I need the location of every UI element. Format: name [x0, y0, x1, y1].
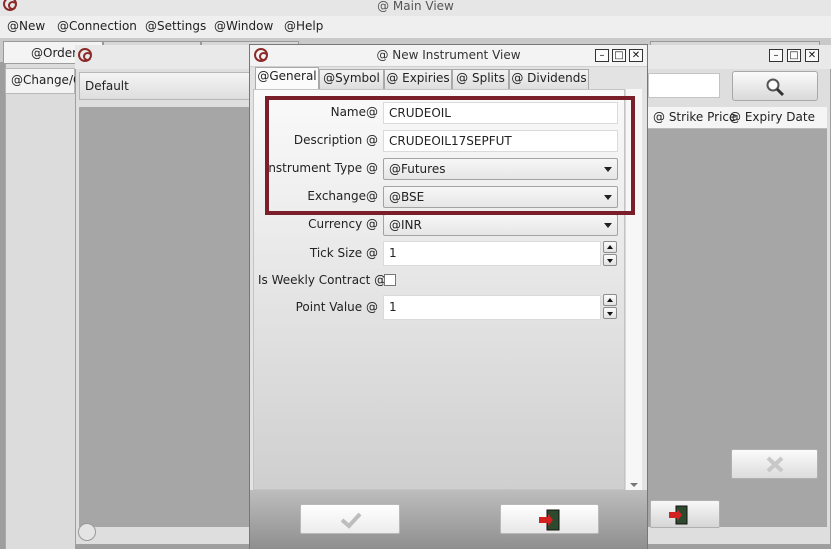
- close-button[interactable]: ✕: [805, 49, 819, 62]
- minimize-button[interactable]: –: [769, 49, 783, 62]
- tick-size-field[interactable]: 1: [383, 241, 601, 266]
- left-pane: [5, 64, 75, 549]
- tick-size-decrement-button[interactable]: [603, 254, 617, 266]
- exit-door-icon: [669, 505, 688, 525]
- dialog-tab-strip: @General @Symbol @ Expiries @ Splits @ D…: [253, 67, 643, 90]
- main-title-bar: @ Main View: [0, 0, 831, 16]
- menu-settings[interactable]: @Settings: [145, 19, 206, 33]
- tab-dividends[interactable]: @ Dividends: [509, 69, 589, 89]
- left-pane-header[interactable]: @Change/C: [5, 68, 75, 94]
- delete-button[interactable]: [731, 449, 818, 479]
- left-pane-label: @Change/C: [11, 73, 75, 87]
- menu-connection[interactable]: @Connection: [57, 19, 137, 33]
- search-button[interactable]: [732, 71, 818, 101]
- weekly-contract-label: Is Weekly Contract @: [258, 273, 387, 287]
- menu-bar: @New @Connection @Settings @Window @Help: [0, 16, 831, 38]
- dialog-close-button[interactable]: ✕: [629, 49, 643, 62]
- maximize-button[interactable]: □: [787, 49, 801, 62]
- x-icon: [766, 456, 784, 473]
- dialog-maximize-button[interactable]: □: [612, 49, 626, 62]
- cancel-button[interactable]: [500, 504, 599, 534]
- tab-splits[interactable]: @ Splits: [452, 69, 509, 89]
- magnifier-icon: [766, 78, 785, 97]
- point-value-increment-button[interactable]: [603, 294, 617, 306]
- tick-size-label: Tick Size @: [309, 246, 378, 260]
- ok-button[interactable]: [300, 504, 400, 534]
- main-window-title: @ Main View: [377, 0, 454, 13]
- menu-new[interactable]: @New: [7, 19, 45, 33]
- tab-expiries[interactable]: @ Expiries: [384, 69, 452, 89]
- arrow-up-icon: [607, 298, 613, 302]
- arrow-down-icon: [607, 259, 613, 263]
- highlight-annotation-box: [265, 96, 635, 215]
- window-logo-icon: [78, 48, 92, 62]
- layout-dropdown[interactable]: Default: [79, 72, 259, 100]
- column-strike-price[interactable]: @ Strike Price: [653, 110, 736, 124]
- arrow-up-icon: [607, 245, 613, 249]
- column-expiry-date[interactable]: @ Expiry Date: [729, 110, 815, 124]
- tab-symbol[interactable]: @Symbol: [319, 69, 384, 89]
- point-value-value: 1: [389, 300, 397, 314]
- currency-select[interactable]: @INR: [383, 214, 618, 236]
- menu-help[interactable]: @Help: [284, 19, 323, 33]
- dialog-minimize-button[interactable]: –: [595, 49, 609, 62]
- currency-label: Currency @: [308, 217, 378, 231]
- layout-dropdown-value: Default: [85, 79, 129, 93]
- exit-button[interactable]: [650, 500, 720, 528]
- point-value-field[interactable]: 1: [383, 295, 601, 320]
- tick-size-value: 1: [389, 246, 397, 260]
- checkmark-icon: [340, 512, 362, 529]
- menu-window[interactable]: @Window: [214, 19, 273, 33]
- currency-value: @INR: [389, 218, 422, 232]
- tab-general[interactable]: @General: [255, 67, 319, 90]
- dialog-title: @ New Instrument View: [376, 48, 521, 62]
- dialog-title-bar: @ New Instrument View – □ ✕: [250, 45, 647, 67]
- grid-header: @ Strike Price @ Expiry Date: [648, 107, 827, 129]
- point-value-decrement-button[interactable]: [603, 307, 617, 319]
- search-input[interactable]: [648, 73, 720, 98]
- arrow-down-icon: [607, 312, 613, 316]
- scroll-down-arrow-icon[interactable]: [630, 483, 638, 487]
- weekly-contract-checkbox[interactable]: [384, 274, 396, 286]
- point-value-label: Point Value @: [295, 300, 378, 314]
- chevron-down-icon: [604, 223, 612, 228]
- status-indicator: [78, 523, 96, 541]
- tick-size-increment-button[interactable]: [603, 241, 617, 253]
- exit-door-icon: [539, 509, 560, 531]
